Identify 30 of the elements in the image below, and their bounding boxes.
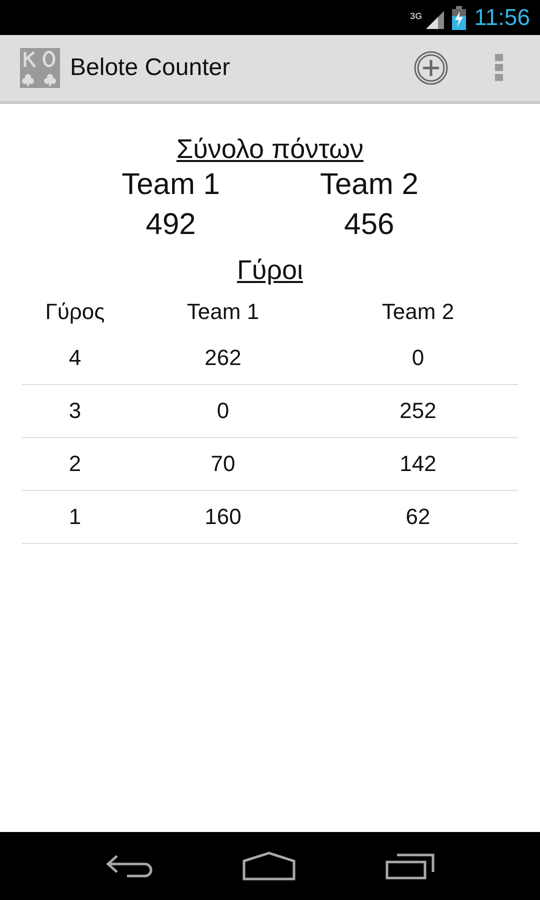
- table-cell-text: 160: [204, 504, 242, 530]
- table-cell-text: 1: [68, 504, 82, 530]
- table-cell-text: 2: [68, 451, 82, 477]
- table-cell-text: 0: [410, 345, 426, 371]
- cards-logo-icon: [20, 48, 60, 88]
- rounds-heading: Γύροι: [236, 255, 303, 286]
- add-icon[interactable]: [414, 51, 448, 85]
- team-score: 492: [146, 207, 196, 243]
- table-cell-text: 4: [68, 345, 82, 371]
- table-cell-text: 142: [398, 451, 438, 477]
- table-cell-text: 70: [210, 451, 236, 477]
- table-cell-text: 0: [216, 398, 230, 424]
- table-cell-text: 62: [404, 504, 432, 530]
- column-header: Team 2: [380, 299, 456, 325]
- table-cell-text: 3: [68, 398, 82, 424]
- team-name: Team 2: [320, 167, 418, 203]
- back-icon[interactable]: [104, 852, 153, 880]
- app-title: Belote Counter: [70, 54, 232, 82]
- home-icon[interactable]: [242, 851, 296, 881]
- table-cell-text: 262: [204, 345, 242, 371]
- totals-heading: Σύνολο πόντων: [176, 134, 364, 165]
- recent-apps-icon[interactable]: [385, 852, 436, 880]
- network-label: 3G: [410, 10, 422, 20]
- battery-icon: [452, 6, 466, 30]
- column-header: Team 1: [186, 299, 260, 325]
- team-name: Team 1: [122, 167, 220, 203]
- table-cell-text: 252: [398, 398, 438, 424]
- column-header: Γύρος: [44, 299, 106, 325]
- team-score: 456: [344, 207, 394, 243]
- clock: 11:56: [474, 4, 530, 31]
